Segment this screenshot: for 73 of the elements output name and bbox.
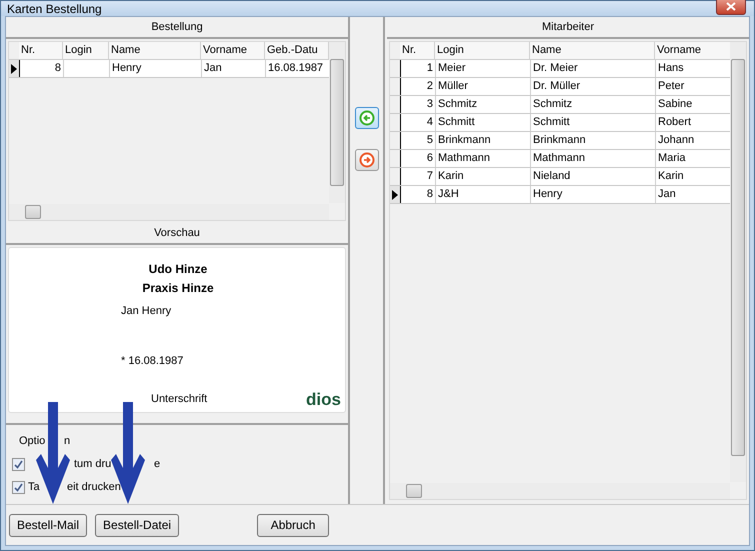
table-cell: 4 <box>401 114 436 131</box>
checkbox-label: tum dru <box>74 458 112 470</box>
close-icon <box>726 2 736 11</box>
checkbox[interactable] <box>12 481 25 494</box>
row-header[interactable] <box>390 96 401 113</box>
table-cell: 8 <box>401 186 436 203</box>
vertical-scrollbar[interactable] <box>329 42 345 203</box>
checkbox-label: Ta <box>28 481 40 493</box>
row-header[interactable] <box>390 186 401 203</box>
table-cell: Mathmann <box>531 150 656 167</box>
table-cell: 1 <box>401 60 436 77</box>
vertical-scrollbar[interactable] <box>730 42 746 482</box>
preview-text: Udo Hinze <box>148 261 208 278</box>
table-cell: Brinkmann <box>531 132 656 149</box>
row-header[interactable] <box>9 60 20 77</box>
options-label: Optio <box>19 435 46 447</box>
table-cell: Dr. Müller <box>531 78 656 95</box>
row-header[interactable] <box>390 150 401 167</box>
table-cell: Müller <box>436 78 531 95</box>
column-header[interactable]: Name <box>109 42 201 59</box>
row-pointer-icon <box>392 190 398 200</box>
logo: dios <box>306 390 341 410</box>
table-cell: Brinkmann <box>436 132 531 149</box>
column-header[interactable]: Name <box>530 42 655 59</box>
checkbox-label: e <box>154 458 160 470</box>
table-cell: Henry <box>110 60 202 77</box>
window-title: Karten Bestellung <box>7 2 102 16</box>
table-cell: Schmitt <box>436 114 531 131</box>
checkbox-label: eit drucken <box>67 481 121 493</box>
remove-button[interactable] <box>354 149 378 171</box>
table-cell: 7 <box>401 168 436 185</box>
table-cell: Jan <box>202 60 266 77</box>
table-cell: Schmitz <box>531 96 656 113</box>
table-cell: Dr. Meier <box>531 60 656 77</box>
table-cell: 8 <box>20 60 64 77</box>
checkbox[interactable] <box>12 458 25 471</box>
table-cell: Schmitt <box>531 114 656 131</box>
row-pointer-icon <box>11 64 17 74</box>
column-header[interactable]: Nr. <box>400 42 435 59</box>
close-button[interactable] <box>716 0 746 15</box>
table-cell: Henry <box>531 186 656 203</box>
dialog-button[interactable]: Bestell-Datei <box>95 514 180 536</box>
row-header[interactable] <box>390 78 401 95</box>
column-header[interactable]: Login <box>63 42 109 59</box>
horizontal-scrollbar[interactable] <box>9 204 329 220</box>
right-arrow-icon <box>358 152 374 168</box>
column-header[interactable]: Nr. <box>19 42 63 59</box>
add-button[interactable] <box>354 107 378 129</box>
options-label: n <box>64 435 70 447</box>
dialog-button[interactable]: Bestell-Mail <box>9 514 88 536</box>
preview-text: Unterschrift <box>151 393 208 405</box>
left-arrow-icon <box>358 110 374 126</box>
column-header[interactable]: Vorname <box>201 42 265 59</box>
row-header[interactable] <box>390 60 401 77</box>
table-cell: J&H <box>436 186 531 203</box>
preview-text: Praxis Hinze <box>141 280 215 297</box>
row-header[interactable] <box>390 132 401 149</box>
table-cell: Mathmann <box>436 150 531 167</box>
table-cell: 2 <box>401 78 436 95</box>
table-cell: Meier <box>436 60 531 77</box>
horizontal-scrollbar[interactable] <box>390 483 730 499</box>
table-cell: Karin <box>436 168 531 185</box>
preview-text: * 16.08.1987 <box>120 355 184 369</box>
row-header[interactable] <box>390 114 401 131</box>
column-header[interactable]: Login <box>435 42 530 59</box>
dialog-button[interactable]: Abbruch <box>257 514 330 536</box>
table-cell: 3 <box>401 96 436 113</box>
table-cell: Nieland <box>531 168 656 185</box>
preview-text: Jan Henry <box>120 305 172 319</box>
table-cell: Schmitz <box>436 96 531 113</box>
row-header[interactable] <box>390 168 401 185</box>
table-cell: 6 <box>401 150 436 167</box>
table-cell: 5 <box>401 132 436 149</box>
